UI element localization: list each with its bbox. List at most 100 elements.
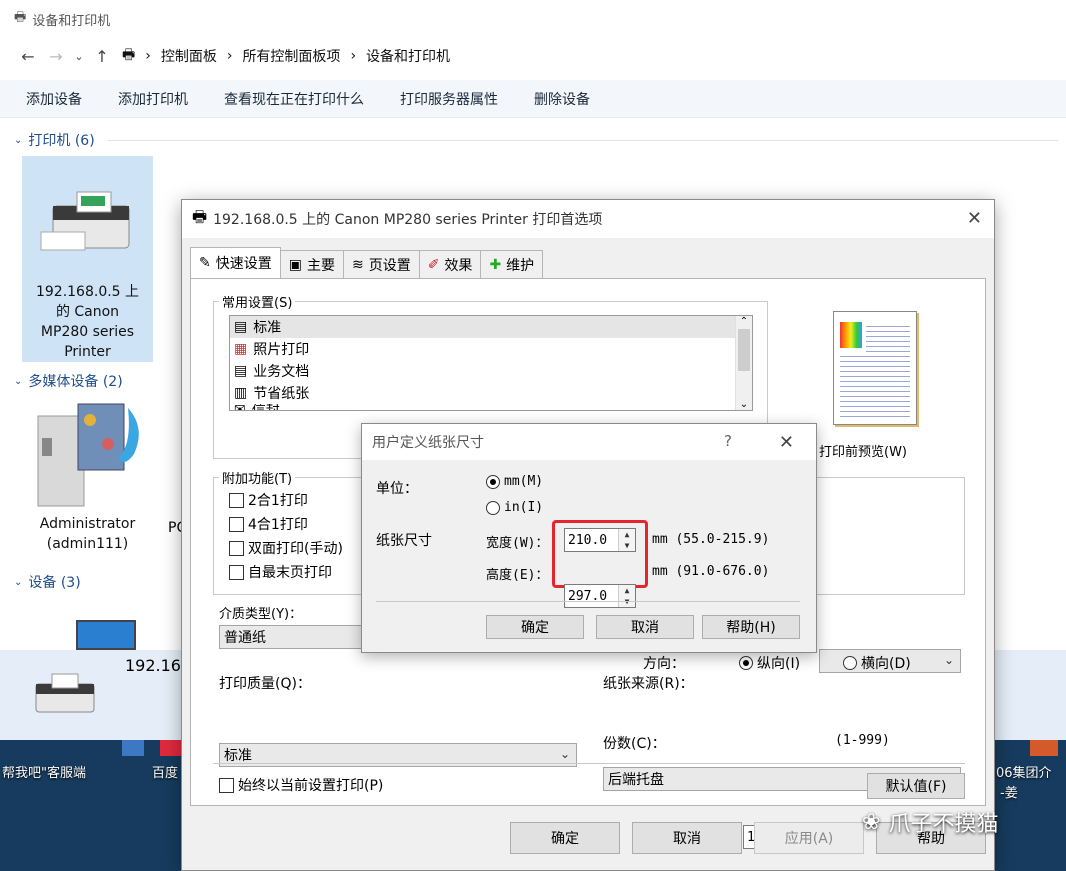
paper-source-label: 纸张来源(R)： <box>603 676 694 692</box>
breadcrumb-item[interactable]: 设备和打印机 <box>366 46 450 66</box>
breadcrumb[interactable]: 🖶 › 控制面板 › 所有控制面板项 › 设备和打印机 <box>122 44 450 68</box>
media-server-icon <box>37 403 139 507</box>
desktop-icon-label[interactable]: -姜 <box>1000 782 1018 801</box>
custom-ok-button[interactable]: 确定 <box>486 615 584 639</box>
width-label: 宽度(W)： <box>486 536 549 551</box>
baidu-icon[interactable] <box>160 740 182 756</box>
photo-icon: ▦ <box>234 341 248 357</box>
tab-main[interactable]: ▣ 主要 <box>279 250 344 278</box>
breadcrumb-item[interactable]: 控制面板 <box>161 46 217 66</box>
apply-button[interactable]: 应用(A) <box>754 822 864 854</box>
paper-size-label: 纸张尺寸 <box>376 533 432 549</box>
unit-label: 单位： <box>376 481 418 497</box>
tab-quick-setup[interactable]: ✎ 快速设置 <box>190 247 281 278</box>
list-item[interactable]: ▥ 节省纸张 <box>230 382 752 404</box>
chevron-down-icon: ⌄ <box>14 375 23 387</box>
printer-small-icon: 🖶 <box>192 206 208 226</box>
checkbox-2in1[interactable]: 2合1打印 <box>229 488 343 512</box>
custom-paper-size-dialog: 用户定义纸张尺寸 ? ✕ 单位： mm(M) in(I) 纸张尺寸 宽度(W)：… <box>361 423 817 653</box>
print-preview-image <box>833 311 917 425</box>
wechat-icon: ❀ <box>862 809 881 835</box>
desktop-icon-label[interactable]: 帮我吧"客服端 <box>2 762 86 781</box>
unit-in-radio[interactable]: in(I) <box>486 500 543 515</box>
spin-arrows-icon[interactable]: ▲▼ <box>618 529 635 551</box>
list-item[interactable]: ▤ 业务文档 <box>230 360 752 382</box>
copies-label: 份数(C)： <box>603 736 666 752</box>
desktop-icon-label[interactable]: 百度 <box>152 762 178 781</box>
tab-maintenance[interactable]: ✚ 维护 <box>480 250 544 278</box>
list-item[interactable]: ▦ 照片打印 <box>230 338 752 360</box>
back-arrow-icon[interactable]: ← <box>14 47 42 66</box>
quick-setup-icon: ✎ <box>199 255 211 271</box>
ok-button[interactable]: 确定 <box>510 822 620 854</box>
tab-bar: ✎ 快速设置 ▣ 主要 ≋ 页设置 ✐ 效果 ✚ 维护 <box>190 247 544 278</box>
chevron-down-icon[interactable]: ⌄ <box>70 50 88 63</box>
add-device-button[interactable]: 添加设备 <box>26 89 82 109</box>
cancel-button[interactable]: 取消 <box>632 822 742 854</box>
copies-range: (1-999) <box>835 733 890 748</box>
envelope-icon: ✉ <box>234 404 246 410</box>
media-type-label: 介质类型(Y)： <box>219 607 303 622</box>
portrait-radio[interactable]: 纵向(I) <box>739 653 800 673</box>
media-server-tile[interactable]: Administrator (admin111) <box>22 398 153 568</box>
custom-help-button[interactable]: 帮助(H) <box>702 615 800 639</box>
height-range: mm (91.0-676.0) <box>652 564 770 579</box>
list-item[interactable]: ▤ 标准 <box>230 316 752 338</box>
close-icon[interactable]: ✕ <box>967 208 982 229</box>
forward-arrow-icon[interactable]: → <box>42 47 70 66</box>
width-spinner[interactable]: 210.0 ▲ ▼ <box>564 528 636 552</box>
dialog-titlebar: 用户定义纸张尺寸 ? ✕ <box>362 424 816 460</box>
landscape-radio[interactable]: 横向(D) <box>843 653 911 673</box>
monitor-icon <box>76 620 136 650</box>
unit-mm-radio[interactable]: mm(M) <box>486 474 543 489</box>
common-settings-list[interactable]: ▤标准 ▦照片打印 ▤业务文档 ▥节省纸张 ✉信封 ⌃ ⌄ <box>229 315 753 411</box>
scroll-thumb[interactable] <box>738 329 750 371</box>
remove-device-button[interactable]: 删除设备 <box>534 89 590 109</box>
print-server-props-button[interactable]: 打印服务器属性 <box>400 89 498 109</box>
height-spinner[interactable]: 297.0▲▼ <box>564 584 636 608</box>
defaults-button[interactable]: 默认值(F) <box>867 773 965 799</box>
checkbox-4in1[interactable]: 4合1打印 <box>229 512 343 536</box>
breadcrumb-item[interactable]: 所有控制面板项 <box>242 46 340 66</box>
chevron-down-icon: ⌄ <box>943 653 954 667</box>
common-settings-label: 常用设置(S) <box>219 292 296 311</box>
address-row: ← → ⌄ ↑ 🖶 › 控制面板 › 所有控制面板项 › 设备和打印机 <box>0 40 1066 72</box>
quality-label: 打印质量(Q)： <box>219 676 311 692</box>
page-setup-icon: ≋ <box>351 256 364 273</box>
scroll-up-icon[interactable]: ⌃ <box>736 316 752 327</box>
watermark: ❀ 爪子不摸猫 <box>862 809 999 838</box>
main-icon: ▣ <box>288 256 302 273</box>
group-multimedia[interactable]: ⌄ 多媒体设备 (2) <box>14 371 123 391</box>
checkbox-reverse-order[interactable]: 自最末页打印 <box>229 560 343 584</box>
list-scrollbar[interactable]: ⌃ ⌄ <box>735 316 752 410</box>
list-item[interactable]: ✉信封 <box>230 404 752 410</box>
preview-checkbox-label[interactable]: 打印前预览(W) <box>819 441 907 460</box>
up-arrow-icon[interactable]: ↑ <box>88 47 116 66</box>
effects-icon: ✐ <box>427 256 440 273</box>
paper-save-icon: ▥ <box>234 385 248 401</box>
checkbox-duplex[interactable]: 双面打印(手动) <box>229 536 343 560</box>
document-icon: ▤ <box>234 363 248 379</box>
scroll-down-icon[interactable]: ⌄ <box>736 399 752 410</box>
help-icon[interactable]: ? <box>724 432 732 450</box>
add-printer-button[interactable]: 添加打印机 <box>118 89 188 109</box>
custom-cancel-button[interactable]: 取消 <box>596 615 694 639</box>
tab-effects[interactable]: ✐ 效果 <box>418 250 482 278</box>
extra-features-label: 附加功能(T) <box>219 468 296 487</box>
ppt-icon[interactable] <box>1030 740 1058 756</box>
window-title: 🖶 设备和打印机 <box>14 10 111 29</box>
chevron-down-icon: ⌄ <box>14 134 23 146</box>
see-printing-button[interactable]: 查看现在正在打印什么 <box>224 89 364 109</box>
group-devices[interactable]: ⌄ 设备 (3) <box>14 572 81 592</box>
printer-tile-canon[interactable]: 192.168.0.5 上 的 Canon MP280 series Print… <box>22 156 153 362</box>
close-icon[interactable]: ✕ <box>779 432 794 453</box>
group-printers[interactable]: ⌄ 打印机 (6) <box>14 130 95 150</box>
orientation-label: 方向： <box>643 656 685 672</box>
spin-arrows-icon[interactable]: ▲▼ <box>618 585 635 607</box>
control-panel-icon: 🖶 <box>122 47 136 63</box>
printer-icon <box>35 673 95 713</box>
shortcut-icon[interactable] <box>122 740 144 756</box>
always-print-checkbox[interactable]: 始终以当前设置打印(P) <box>219 773 383 797</box>
tab-page-setup[interactable]: ≋ 页设置 <box>342 250 420 278</box>
desktop-icon-label[interactable]: 06集团介 <box>996 762 1052 781</box>
